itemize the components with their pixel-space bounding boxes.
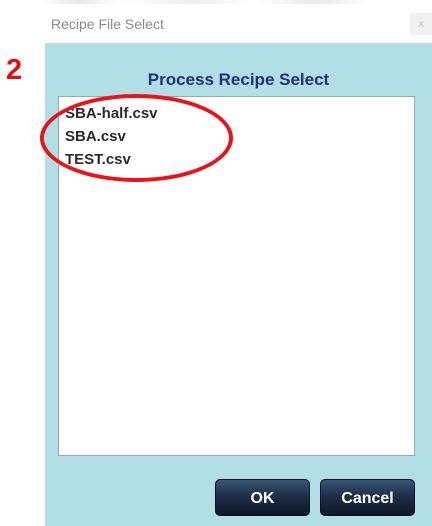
recipe-file-select-window: Recipe File Select x Process Recipe Sele… [45, 5, 432, 526]
step-number-annotation: 2 [6, 54, 23, 86]
dialog-body: Process Recipe Select SBA-half.csv SBA.c… [45, 43, 432, 526]
ok-button[interactable]: OK [215, 479, 310, 516]
list-item-sba-half[interactable]: SBA-half.csv [65, 105, 158, 122]
list-item-test[interactable]: TEST.csv [65, 151, 131, 168]
recipe-file-list[interactable]: SBA-half.csv SBA.csv TEST.csv [58, 96, 415, 456]
window-title: Recipe File Select [51, 16, 164, 32]
screenshot: Recipe File Select x Process Recipe Sele… [0, 0, 432, 526]
dialog-heading: Process Recipe Select [147, 70, 330, 89]
title-bar[interactable]: Recipe File Select x [45, 5, 432, 43]
cancel-button[interactable]: Cancel [320, 479, 415, 516]
close-icon[interactable]: x [410, 13, 432, 35]
cropped-content-strip [40, 0, 430, 4]
list-item-sba[interactable]: SBA.csv [65, 128, 126, 145]
